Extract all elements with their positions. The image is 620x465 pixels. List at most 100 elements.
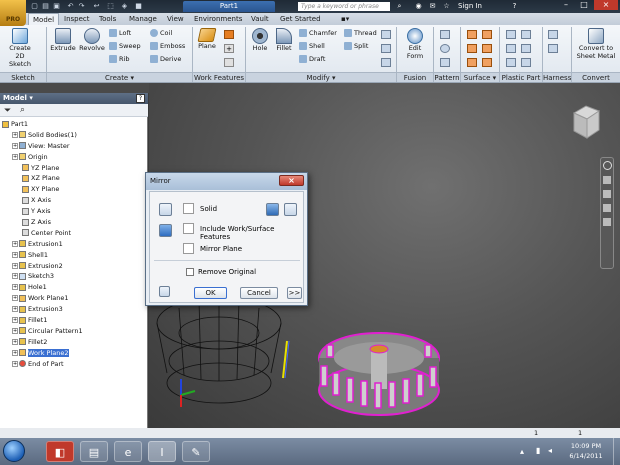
tree-item[interactable]: Z Axis	[2, 217, 146, 228]
compute-identical-icon[interactable]	[266, 203, 279, 216]
look-at-icon[interactable]	[603, 218, 611, 226]
convert-to-sheet-metal-button[interactable]: Convert to Sheet Metal	[575, 28, 617, 60]
expand-icon[interactable]: +	[12, 306, 18, 313]
lip-icon[interactable]	[521, 58, 531, 67]
tree-item[interactable]: + Fillet2	[2, 337, 146, 348]
draft-button[interactable]: Draft	[299, 55, 325, 64]
maximize-button[interactable]: □	[576, 0, 592, 10]
app-menu-button[interactable]: PRO	[0, 0, 26, 26]
expand-icon[interactable]: +	[12, 131, 18, 138]
tree-item[interactable]: Y Axis	[2, 206, 146, 217]
filter-icon[interactable]: ⏷	[4, 106, 11, 116]
binoculars-icon[interactable]: ⌕	[395, 2, 404, 11]
start-button[interactable]	[3, 440, 25, 462]
redo-icon[interactable]: ↷	[77, 2, 86, 11]
tree-item[interactable]: X Axis	[2, 195, 146, 206]
inventor-icon[interactable]: I	[148, 441, 176, 462]
find-icon[interactable]: ⌕	[20, 105, 25, 115]
plane-button[interactable]: Plane	[196, 28, 218, 50]
emboss-button[interactable]: Emboss	[150, 42, 185, 51]
tree-item[interactable]: + Shell1	[2, 250, 146, 261]
tree-item[interactable]: XZ Plane	[2, 173, 146, 184]
combine-icon[interactable]	[381, 30, 391, 39]
communication-center-icon[interactable]: ✉	[428, 2, 437, 11]
boss-icon[interactable]	[506, 44, 516, 53]
expand-icon[interactable]: +	[12, 317, 18, 324]
patch-icon[interactable]	[467, 44, 477, 53]
trim-icon[interactable]	[482, 30, 492, 39]
expand-icon[interactable]: +	[12, 284, 18, 291]
tree-item[interactable]: + Extrusion1	[2, 239, 146, 250]
expand-icon[interactable]: +	[12, 360, 18, 367]
file-explorer-icon[interactable]: ▤	[80, 441, 108, 462]
tree-item[interactable]: + Circular Pattern1	[2, 326, 146, 337]
adjust-icon[interactable]	[284, 203, 297, 216]
delete-face-icon[interactable]	[381, 58, 391, 67]
split-button[interactable]: Split	[344, 42, 368, 51]
select-icon[interactable]: ⬚	[106, 2, 115, 11]
snap-fit-icon[interactable]	[521, 30, 531, 39]
replace-face-icon[interactable]	[482, 58, 492, 67]
coil-button[interactable]: Coil	[150, 29, 172, 38]
tree-item[interactable]: + Origin	[2, 152, 146, 163]
grill-icon[interactable]	[506, 30, 516, 39]
expand-icon[interactable]: +	[12, 251, 18, 258]
solid-select-icon[interactable]	[183, 203, 194, 214]
tab-view[interactable]: View	[163, 13, 188, 25]
expand-icon[interactable]: +	[12, 153, 18, 160]
color-swatch-icon[interactable]: ■	[134, 2, 143, 11]
rest-icon[interactable]	[506, 58, 516, 67]
help-icon[interactable]: ?	[510, 2, 519, 11]
subscription-icon[interactable]: ◉	[414, 2, 423, 11]
show-desktop-button[interactable]	[613, 438, 620, 465]
search-input[interactable]: Type a keyword or phrase	[298, 2, 390, 11]
zoom-icon[interactable]	[603, 190, 611, 198]
volume-icon[interactable]: ◂	[548, 446, 552, 455]
shell-button[interactable]: Shell	[299, 42, 325, 51]
derive-button[interactable]: Derive	[150, 55, 181, 64]
tree-item[interactable]: Center Point	[2, 228, 146, 239]
thread-button[interactable]: Thread	[344, 29, 377, 38]
chamfer-button[interactable]: Chamfer	[299, 29, 337, 38]
tree-item[interactable]: + Hole1	[2, 282, 146, 293]
stitch-icon[interactable]	[467, 30, 477, 39]
return-icon[interactable]: ↩	[92, 2, 101, 11]
undo-icon[interactable]: ↶	[66, 2, 75, 11]
system-clock[interactable]: 10:09 PM 6/14/2011	[561, 441, 611, 461]
expand-icon[interactable]: +	[12, 262, 18, 269]
sweep-button[interactable]: Sweep	[109, 42, 141, 51]
tab-environments[interactable]: Environments	[190, 13, 246, 25]
mirror-features-icon[interactable]	[159, 203, 172, 216]
paint-icon[interactable]: ✎	[182, 441, 210, 462]
tab-model[interactable]: Model	[28, 13, 60, 25]
expand-icon[interactable]: +	[12, 142, 18, 149]
tab-manage[interactable]: Manage	[125, 13, 161, 25]
tree-item[interactable]: + Work Plane2	[2, 348, 146, 359]
new-icon[interactable]: ▢	[30, 2, 39, 11]
tab-tools[interactable]: Tools	[95, 13, 120, 25]
expand-icon[interactable]: +	[12, 240, 18, 247]
steering-wheel-icon[interactable]	[602, 161, 612, 170]
tree-item[interactable]: Part1	[2, 119, 146, 130]
hole-button[interactable]: Hole	[250, 28, 270, 52]
network-icon[interactable]: ▮	[536, 446, 540, 455]
tree-item[interactable]: + End of Part	[2, 359, 146, 370]
tab-inspect[interactable]: Inspect	[60, 13, 94, 25]
tab-get-started[interactable]: Get Started	[276, 13, 325, 25]
expand-icon[interactable]: +	[12, 295, 18, 302]
tree-item[interactable]: YZ Plane	[2, 163, 146, 174]
acrobat-icon[interactable]: ◧	[46, 441, 74, 462]
close-button[interactable]: ×	[594, 0, 618, 10]
rectangular-pattern-icon[interactable]	[440, 30, 450, 39]
tree-item[interactable]: + Solid Bodies(1)	[2, 130, 146, 141]
pin-group-icon[interactable]	[548, 44, 558, 53]
tree-item[interactable]: XY Plane	[2, 184, 146, 195]
mirror-plane-select-icon[interactable]	[183, 243, 194, 254]
mirror-solid-icon[interactable]	[159, 224, 172, 237]
remove-original-checkbox[interactable]	[186, 268, 194, 276]
favorites-icon[interactable]: ☆	[442, 2, 451, 11]
tree-item[interactable]: + Extrusion2	[2, 261, 146, 272]
tree-item[interactable]: + Work Plane1	[2, 293, 146, 304]
expand-icon[interactable]: +	[12, 327, 18, 334]
revolve-button[interactable]: Revolve	[79, 28, 105, 52]
